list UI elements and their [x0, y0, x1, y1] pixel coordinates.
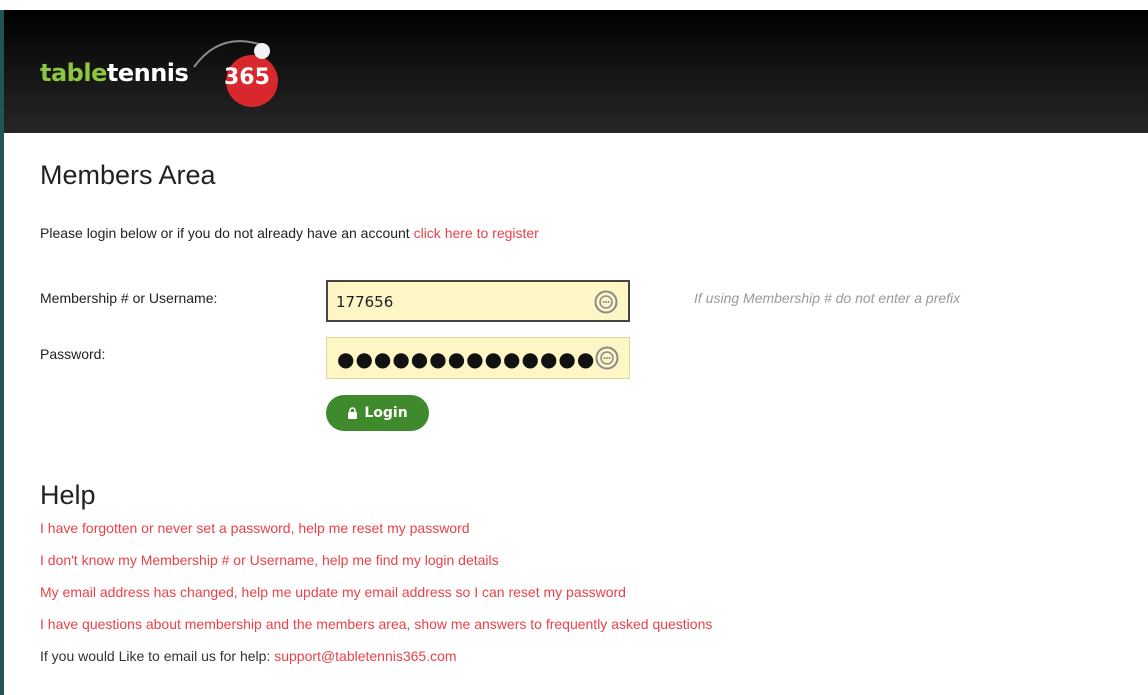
lock-icon [348, 407, 358, 419]
logo-text: tabletennis [40, 59, 189, 87]
login-button[interactable]: Login [326, 395, 429, 431]
intro-text: Please login below or if you do not alre… [40, 225, 539, 241]
password-manager-icon[interactable] [594, 290, 618, 314]
register-link[interactable]: click here to register [414, 225, 539, 241]
username-field-wrapper [326, 280, 630, 322]
support-prompt: If you would Like to email us for help: [40, 648, 275, 664]
update-email-link[interactable]: My email address has changed, help me up… [40, 584, 712, 616]
page-title: Members Area [40, 160, 216, 190]
login-button-label: Login [364, 405, 408, 421]
site-header: tabletennis 365 [4, 10, 1148, 133]
support-email-link[interactable]: support@tabletennis365.com [274, 648, 456, 664]
username-label: Membership # or Username: [40, 290, 218, 306]
password-manager-icon[interactable] [595, 346, 619, 370]
faq-link[interactable]: I have questions about membership and th… [40, 616, 712, 648]
find-login-details-link[interactable]: I don't know my Membership # or Username… [40, 552, 712, 584]
help-links: I have forgotten or never set a password… [40, 520, 712, 680]
password-input[interactable]: ●●●●●●●●●●●●●● [337, 347, 595, 371]
help-title: Help [40, 480, 96, 510]
password-field[interactable]: ●●●●●●●●●●●●●● [326, 337, 630, 379]
support-line: If you would Like to email us for help: … [40, 648, 712, 680]
intro-message: Please login below or if you do not alre… [40, 225, 414, 241]
logo-number: 365 [224, 65, 270, 90]
password-label: Password: [40, 346, 106, 362]
username-input[interactable] [336, 290, 576, 314]
top-strip [0, 0, 1148, 10]
username-hint: If using Membership # do not enter a pre… [694, 290, 961, 306]
reset-password-link[interactable]: I have forgotten or never set a password… [40, 520, 712, 552]
